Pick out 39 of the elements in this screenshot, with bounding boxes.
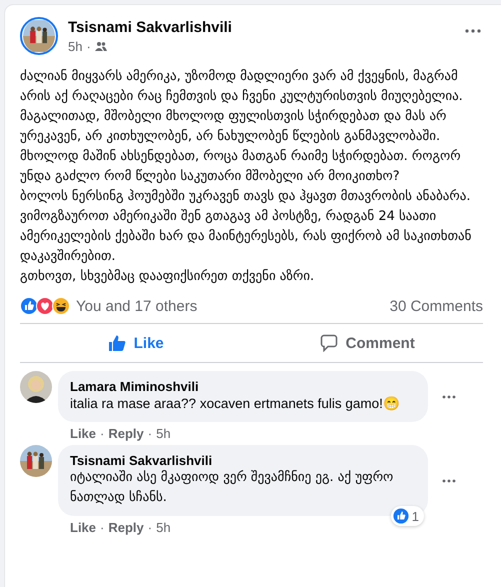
comment-button[interactable]: Comment [252,328,483,358]
author-avatar[interactable] [20,17,58,55]
like-link[interactable]: Like [70,520,96,535]
more-options-icon[interactable] [465,29,481,33]
separator: · [148,426,152,441]
separator: · [86,38,91,54]
comment-text: იტალიაში ასე მკაფიოდ ვერ შევამჩნიე ეგ. აქ უფრო ნათლად სჩანს. [70,469,394,507]
thumbs-up-icon [108,334,126,352]
more-options-icon[interactable] [442,478,456,482]
reply-link[interactable]: Reply [108,426,144,441]
friends-icon [94,41,107,51]
separator: · [100,520,104,535]
post-text: ძალიან მიყვარს ამერიკა, უზომოდ მადლიერი ვარ ამ ქვეყნის, მაგრამ არის აქ რაღაცები რაც ჩემთვის და ჩვენი კულტურისთვის მიუღებელია. [20,68,464,106]
reaction-badge[interactable]: 1 [390,506,424,526]
post-text: ბოლოს ნერსინგ ჰოუმებში უკრავენ თავს და ჰყავთ მთავრობის ანაბარა. [20,188,472,206]
reactions-summary[interactable]: You and 17 others [76,298,198,314]
like-reaction-icon [392,508,409,524]
reply-link[interactable]: Reply [108,520,144,535]
post-text: ვიმოგზაუროთ ამერიკაში შენ გთაგავ ამ პოსტზე, რადგან 24 საათი ამერიკელების ქებაში ხარ და მაინტერესებს, რას ფიქრობ ამ საკითხთან დაკავშირებით. [20,208,472,266]
commenter-name[interactable]: Tsisnami Sakvarlishvili [70,453,416,468]
speech-bubble-icon [320,334,338,352]
separator: · [148,520,152,535]
heart-reaction-icon [36,297,54,315]
like-reaction-icon [20,297,38,315]
like-button[interactable]: Like [20,328,252,358]
post-text: მაგალითად, მშობელი მხოლოდ ფულისთვის სჭირდებათ და მას არ ურეკავენ, არ კითხულობენ, არ ნახულობენ წლების განმავლობაში. მხოლოდ მაშინ ახსენდებათ, როცა მათგან რაიმე სჭირდებათ. როგორ უნდა გაძლო რომ წლები საკუთარი მშობელი არ მოიკითხო? [20,108,462,186]
post-text: გთხოვთ, სხვებმაც დააფიქსირეთ თქვენი აზრი. [20,268,316,286]
author-name[interactable]: Tsisnami Sakvarlishvili [68,18,465,36]
post-time[interactable]: 5h [68,38,82,54]
separator: · [100,426,104,441]
comment-text: italia ra mase araa?? xocaven ertmanets fulis gamo!😁 [70,395,401,413]
like-link[interactable]: Like [70,426,96,441]
laughing-reaction-icon [52,297,70,315]
comments-count[interactable]: 30 Comments [390,298,483,314]
reaction-count: 1 [412,508,419,524]
commenter-name[interactable]: Lamara Miminoshvili [70,379,416,394]
comment-time[interactable]: 5h [156,520,171,535]
comment-time[interactable]: 5h [156,426,171,441]
more-options-icon[interactable] [442,394,456,398]
